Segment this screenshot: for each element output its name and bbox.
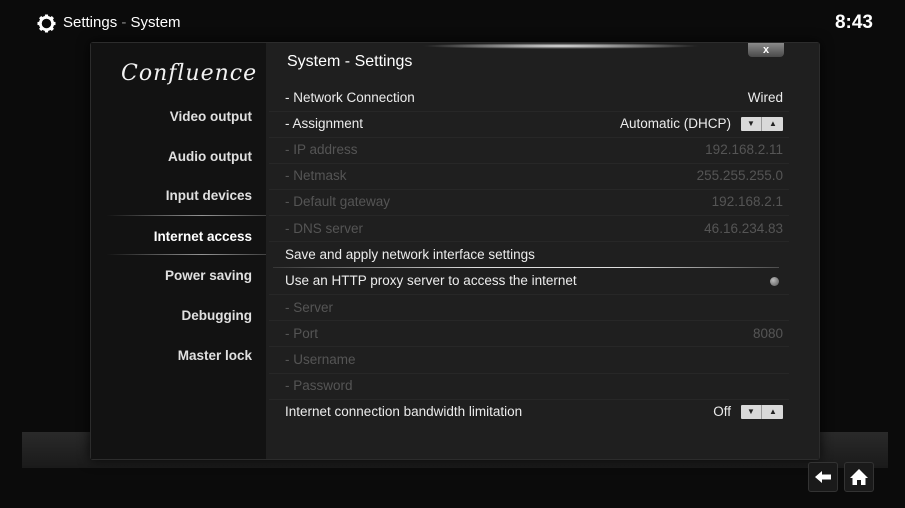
setting-label: - Default gateway xyxy=(285,194,391,209)
setting-label: Save and apply network interface setting… xyxy=(285,247,535,262)
confluence-logo: Confluence xyxy=(121,61,258,86)
sidebar: Confluence Video output Audio output Inp… xyxy=(91,43,266,459)
setting-save-apply[interactable]: Save and apply network interface setting… xyxy=(285,242,783,268)
header-separator: - xyxy=(117,14,131,31)
setting-label: - Port xyxy=(285,326,319,341)
setting-label: - DNS server xyxy=(285,221,364,236)
setting-bandwidth-limit[interactable]: Internet connection bandwidth limitation… xyxy=(285,399,783,425)
dialog-title: System - Settings xyxy=(287,53,413,70)
setting-ip-address: - IP address 192.168.2.11 xyxy=(285,137,783,163)
spin-down-icon[interactable]: ▼ xyxy=(741,405,762,419)
setting-label: Internet connection bandwidth limitation xyxy=(285,404,523,419)
setting-value: Off xyxy=(713,404,731,419)
header-title: Settings - System xyxy=(63,14,181,31)
setting-label: - Network Connection xyxy=(285,90,415,105)
clock: 8:43 xyxy=(834,12,873,33)
close-button[interactable]: x xyxy=(748,43,784,57)
setting-value: 8080 xyxy=(752,326,783,341)
gear-icon xyxy=(37,14,56,33)
setting-label: - Server xyxy=(285,300,334,315)
screen: Settings - System 8:43 Confluence Video … xyxy=(0,0,905,508)
sidebar-item-label: Power saving xyxy=(164,268,252,283)
sidebar-item-label: Master lock xyxy=(177,348,252,363)
selection-line-bottom xyxy=(106,254,266,255)
spin-up-icon[interactable]: ▲ xyxy=(763,405,783,419)
setting-default-gateway: - Default gateway 192.168.2.1 xyxy=(285,189,783,215)
spin-down-icon[interactable]: ▼ xyxy=(741,117,762,131)
settings-dialog: Confluence Video output Audio output Inp… xyxy=(90,42,820,460)
selection-line-top xyxy=(106,215,266,216)
setting-value: Automatic (DHCP) xyxy=(619,116,731,131)
setting-network-connection[interactable]: - Network Connection Wired xyxy=(285,85,783,111)
assignment-spinner: ▼ ▲ xyxy=(741,117,783,131)
sidebar-item-label: Internet access xyxy=(153,229,252,244)
setting-label: - Netmask xyxy=(285,168,347,183)
setting-assignment[interactable]: - Assignment Automatic (DHCP) ▼ ▲ xyxy=(285,111,783,137)
header-subtitle: System xyxy=(130,14,181,31)
home-button[interactable] xyxy=(844,462,874,492)
setting-dns-server: - DNS server 46.16.234.83 xyxy=(285,216,783,242)
bandwidth-spinner: ▼ ▲ xyxy=(741,405,783,419)
back-button[interactable] xyxy=(808,462,838,492)
sidebar-item-label: Debugging xyxy=(181,308,253,323)
top-glow xyxy=(421,43,701,49)
setting-netmask: - Netmask 255.255.255.0 xyxy=(285,163,783,189)
setting-server: - Server xyxy=(285,295,783,321)
setting-password: - Password xyxy=(285,373,783,399)
setting-label: - IP address xyxy=(285,142,358,157)
setting-value: 192.168.2.11 xyxy=(705,142,783,157)
setting-port: - Port 8080 xyxy=(285,321,783,347)
setting-label: - Password xyxy=(285,378,353,393)
header-title-main: Settings xyxy=(63,14,118,31)
setting-label: - Assignment xyxy=(285,116,364,131)
home-icon xyxy=(850,469,868,485)
setting-value: Wired xyxy=(747,90,783,105)
sidebar-item-label: Input devices xyxy=(165,188,252,203)
setting-username: - Username xyxy=(285,347,783,373)
sidebar-item-label: Video output xyxy=(169,109,252,124)
setting-http-proxy[interactable]: Use an HTTP proxy server to access the i… xyxy=(285,268,783,294)
sidebar-item-label: Audio output xyxy=(168,149,252,164)
spin-up-icon[interactable]: ▲ xyxy=(763,117,783,131)
setting-label: Use an HTTP proxy server to access the i… xyxy=(285,273,577,288)
back-arrow-icon xyxy=(815,471,831,483)
radio-toggle-icon[interactable] xyxy=(770,277,779,286)
setting-value: 192.168.2.1 xyxy=(711,194,783,209)
setting-value: 255.255.255.0 xyxy=(696,168,783,183)
setting-value: 46.16.234.83 xyxy=(704,221,783,236)
setting-label: - Username xyxy=(285,352,356,367)
